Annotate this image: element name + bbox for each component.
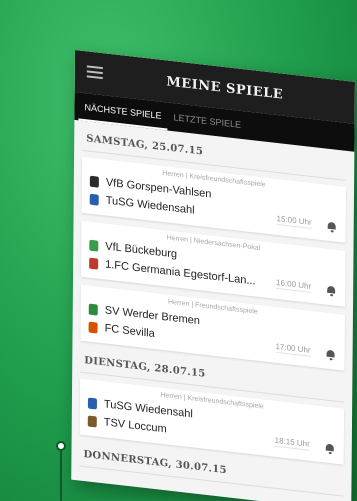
away-team-name: TSV Loccum bbox=[103, 416, 167, 436]
match-list: SAMSTAG, 25.07.15 Herren | Kreisfreundsc… bbox=[71, 120, 354, 501]
phone-screen: MEINE SPIELE NÄCHSTE SPIELE LETZTE SPIEL… bbox=[71, 50, 355, 501]
club-crest-icon bbox=[87, 396, 97, 410]
club-crest-icon bbox=[89, 257, 99, 270]
callout-dot bbox=[56, 441, 66, 451]
club-crest-icon bbox=[89, 193, 99, 206]
bell-icon[interactable] bbox=[327, 221, 336, 233]
bell-icon[interactable] bbox=[325, 443, 334, 455]
hamburger-menu-icon[interactable] bbox=[86, 65, 103, 80]
bell-icon[interactable] bbox=[326, 349, 335, 361]
club-crest-icon bbox=[89, 175, 99, 188]
club-crest-icon bbox=[88, 303, 98, 316]
club-crest-icon bbox=[87, 414, 97, 427]
away-team-name: FC Sevilla bbox=[104, 322, 155, 341]
club-crest-icon bbox=[89, 239, 99, 252]
bell-icon[interactable] bbox=[327, 285, 336, 297]
callout-line bbox=[60, 445, 62, 501]
club-crest-icon bbox=[88, 321, 98, 334]
